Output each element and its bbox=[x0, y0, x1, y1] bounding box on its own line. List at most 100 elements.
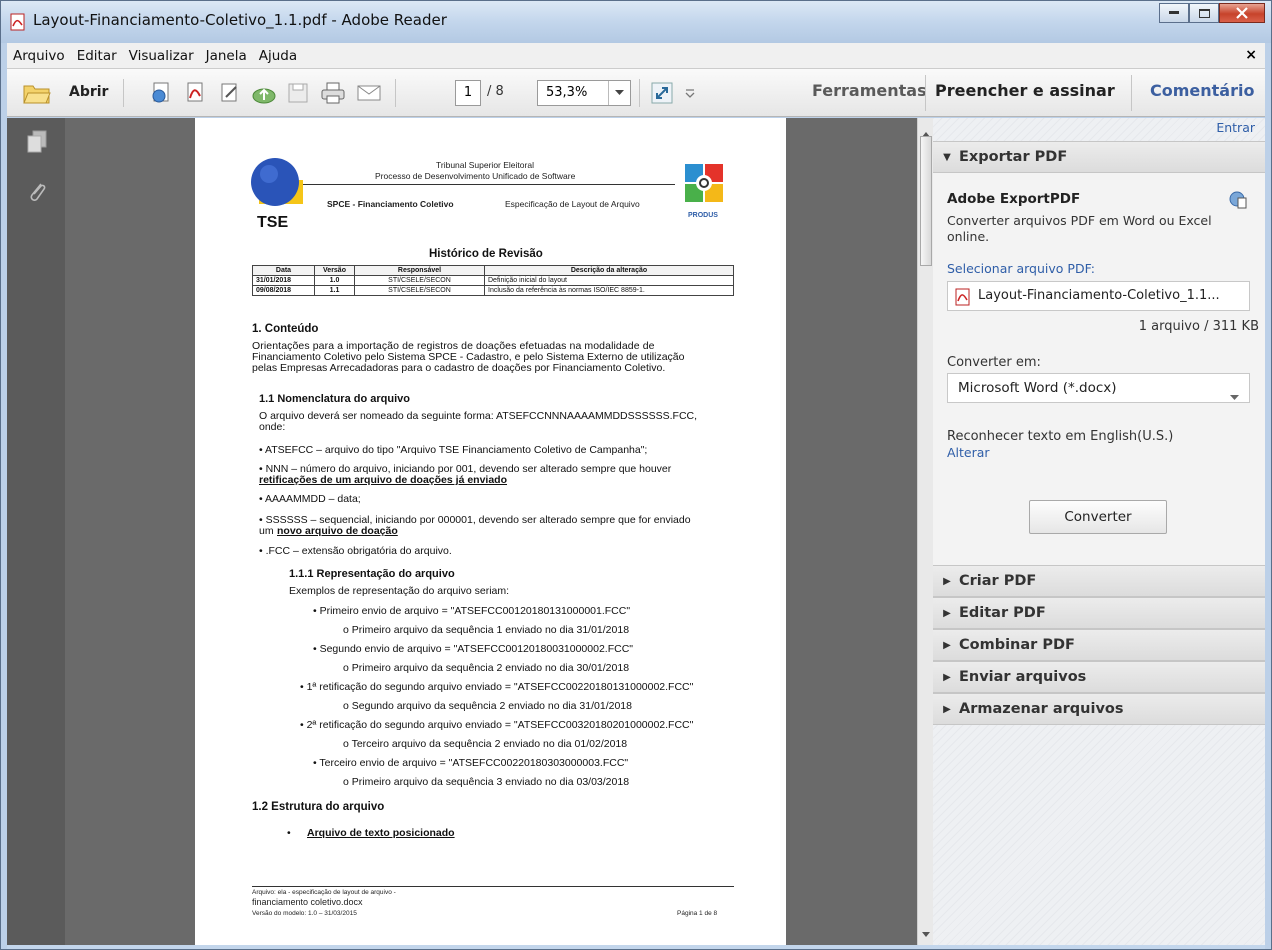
paragraph-line: Exemplos de representação do arquivo ser… bbox=[289, 585, 510, 597]
revision-title: Histórico de Revisão bbox=[429, 248, 543, 260]
triangle-right-icon: ▶ bbox=[943, 671, 951, 683]
signin-link[interactable]: Entrar bbox=[1216, 120, 1255, 135]
export-pdf-body: Adobe ExportPDF Converter arquivos PDF e… bbox=[933, 173, 1265, 569]
paragraph-line: O arquivo deverá ser nomeado da seguinte… bbox=[259, 410, 698, 422]
info-icon[interactable] bbox=[1229, 191, 1247, 213]
sign-icon[interactable] bbox=[215, 79, 245, 107]
open-button[interactable]: Abrir bbox=[69, 84, 108, 100]
list-item: • ATSEFCC – arquivo do tipo "Arquivo TSE… bbox=[259, 444, 648, 456]
menu-bar: Arquivo Editar Visualizar Janela Ajuda × bbox=[7, 43, 1265, 69]
produs-logo-text: PRODUS bbox=[688, 212, 718, 219]
list-item-emphasis: Arquivo de texto posicionado bbox=[307, 827, 455, 839]
table-cell: Definição inicial do layout bbox=[484, 275, 734, 286]
close-document-button[interactable]: × bbox=[1245, 47, 1257, 63]
doc-process: Processo de Desenvolvimento Unificado de… bbox=[375, 171, 576, 181]
export-title: Adobe ExportPDF bbox=[947, 191, 1081, 207]
email-icon[interactable] bbox=[353, 79, 385, 107]
footer-file: Arquivo: ela - especificação de layout d… bbox=[252, 889, 396, 896]
cloud-upload-icon[interactable] bbox=[249, 79, 279, 107]
menu-janela[interactable]: Janela bbox=[200, 48, 253, 64]
tab-tools[interactable]: Ferramentas bbox=[812, 81, 927, 100]
section-export-pdf[interactable]: ▼ Exportar PDF bbox=[933, 141, 1265, 173]
scrollbar-thumb[interactable] bbox=[920, 136, 932, 266]
file-count: 1 arquivo / 311 KB bbox=[1138, 319, 1259, 334]
table-row: 31/01/2018 1.0 STI/CSELE/SECON Definição… bbox=[252, 275, 734, 286]
save-icon[interactable] bbox=[283, 79, 313, 107]
section-label: Enviar arquivos bbox=[959, 669, 1087, 685]
heading-nomenclatura: 1.1 Nomenclatura do arquivo bbox=[259, 393, 410, 405]
section-send-files[interactable]: ▶ Enviar arquivos bbox=[933, 661, 1265, 693]
scroll-down-icon[interactable] bbox=[922, 922, 930, 941]
footer-version: Versão do modelo: 1.0 – 31/03/2015 bbox=[252, 910, 357, 917]
section-create-pdf[interactable]: ▶ Criar PDF bbox=[933, 565, 1265, 597]
menu-ajuda[interactable]: Ajuda bbox=[253, 48, 303, 64]
triangle-down-icon: ▼ bbox=[943, 151, 951, 163]
section-label: Combinar PDF bbox=[959, 637, 1075, 653]
title-bar[interactable]: Layout-Financiamento-Coletivo_1.1.pdf - … bbox=[1, 1, 1271, 43]
selected-file-name: Layout-Financiamento-Coletivo_1.1... bbox=[978, 288, 1220, 303]
minimize-button[interactable] bbox=[1159, 3, 1189, 23]
chevron-down-icon[interactable] bbox=[608, 81, 630, 105]
adobe-reader-window: Layout-Financiamento-Coletivo_1.1.pdf - … bbox=[0, 0, 1272, 950]
attachment-icon[interactable] bbox=[27, 180, 47, 208]
section-label: Exportar PDF bbox=[959, 149, 1068, 165]
pdf-tools-icon[interactable] bbox=[181, 79, 211, 107]
close-window-button[interactable] bbox=[1219, 3, 1265, 23]
footer-page: Página 1 de 8 bbox=[677, 910, 718, 917]
triangle-right-icon: ▶ bbox=[943, 607, 951, 619]
doc-system: SPCE - Financiamento Coletivo bbox=[327, 199, 454, 209]
list-item: o Segundo arquivo da sequência 2 enviado… bbox=[343, 700, 632, 712]
ocr-language-label: Reconhecer texto em English(U.S.) bbox=[947, 429, 1174, 444]
window-bottom-border bbox=[7, 945, 1265, 949]
pdf-file-icon bbox=[955, 288, 971, 310]
table-cell: STI/CSELE/SECON bbox=[354, 275, 485, 286]
table-cell: STI/CSELE/SECON bbox=[354, 285, 485, 296]
section-combine-pdf[interactable]: ▶ Combinar PDF bbox=[933, 629, 1265, 661]
pdf-file-icon bbox=[9, 13, 27, 31]
open-folder-icon[interactable] bbox=[17, 79, 57, 107]
maximize-button[interactable] bbox=[1189, 3, 1219, 23]
table-header-cell: Descrição da alteração bbox=[484, 265, 734, 276]
print-icon[interactable] bbox=[317, 79, 349, 107]
section-label: Editar PDF bbox=[959, 605, 1046, 621]
table-header-cell: Data bbox=[252, 265, 315, 276]
list-item: • 1ª retificação do segundo arquivo envi… bbox=[300, 681, 694, 693]
tab-fill-sign[interactable]: Preencher e assinar bbox=[935, 81, 1115, 100]
menu-visualizar[interactable]: Visualizar bbox=[123, 48, 200, 64]
doc-spec: Especificação de Layout de Arquivo bbox=[505, 199, 640, 209]
revision-table: Data Versão Responsável Descrição da alt… bbox=[252, 265, 734, 296]
chevron-down-icon[interactable] bbox=[1230, 386, 1239, 405]
tse-logo-text: TSE bbox=[257, 214, 289, 231]
heading-estrutura: 1.2 Estrutura do arquivo bbox=[252, 801, 385, 813]
list-item: • 2ª retificação do segundo arquivo envi… bbox=[300, 719, 694, 731]
doc-org: Tribunal Superior Eleitoral bbox=[436, 160, 534, 170]
list-item-prefix: um bbox=[259, 525, 274, 537]
export-description: Converter arquivos PDF em Word ou Excel … bbox=[947, 213, 1212, 244]
page-number-input[interactable]: 1 bbox=[455, 80, 481, 106]
list-item: o Primeiro arquivo da sequência 3 enviad… bbox=[343, 776, 630, 788]
select-file-link[interactable]: Selecionar arquivo PDF: bbox=[947, 261, 1095, 276]
section-store-files[interactable]: ▶ Armazenar arquivos bbox=[933, 693, 1265, 725]
selected-file-field[interactable]: Layout-Financiamento-Coletivo_1.1... bbox=[947, 281, 1250, 311]
more-tools-icon[interactable] bbox=[683, 79, 697, 107]
create-pdf-icon[interactable] bbox=[147, 79, 177, 107]
convert-button[interactable]: Converter bbox=[1029, 500, 1167, 534]
convert-to-label: Converter em: bbox=[947, 355, 1041, 370]
section-label: Criar PDF bbox=[959, 573, 1037, 589]
zoom-value: 53,3% bbox=[546, 85, 588, 100]
page-thumbnails-icon[interactable] bbox=[27, 130, 47, 158]
tab-comment[interactable]: Comentário bbox=[1150, 81, 1254, 100]
menu-editar[interactable]: Editar bbox=[71, 48, 123, 64]
list-item-emphasis: novo arquivo de doação bbox=[277, 525, 398, 537]
triangle-right-icon: ▶ bbox=[943, 639, 951, 651]
list-item: o Primeiro arquivo da sequência 2 enviad… bbox=[343, 662, 630, 674]
format-select[interactable]: Microsoft Word (*.docx) bbox=[947, 373, 1250, 403]
table-row: 09/08/2018 1.1 STI/CSELE/SECON Inclusão … bbox=[252, 285, 734, 296]
section-edit-pdf[interactable]: ▶ Editar PDF bbox=[933, 597, 1265, 629]
change-language-link[interactable]: Alterar bbox=[947, 445, 990, 460]
produs-logo bbox=[685, 164, 723, 202]
vertical-scrollbar[interactable] bbox=[917, 118, 933, 945]
zoom-select[interactable]: 53,3% bbox=[537, 80, 631, 106]
fullscreen-icon[interactable] bbox=[647, 79, 677, 107]
menu-arquivo[interactable]: Arquivo bbox=[7, 48, 71, 64]
